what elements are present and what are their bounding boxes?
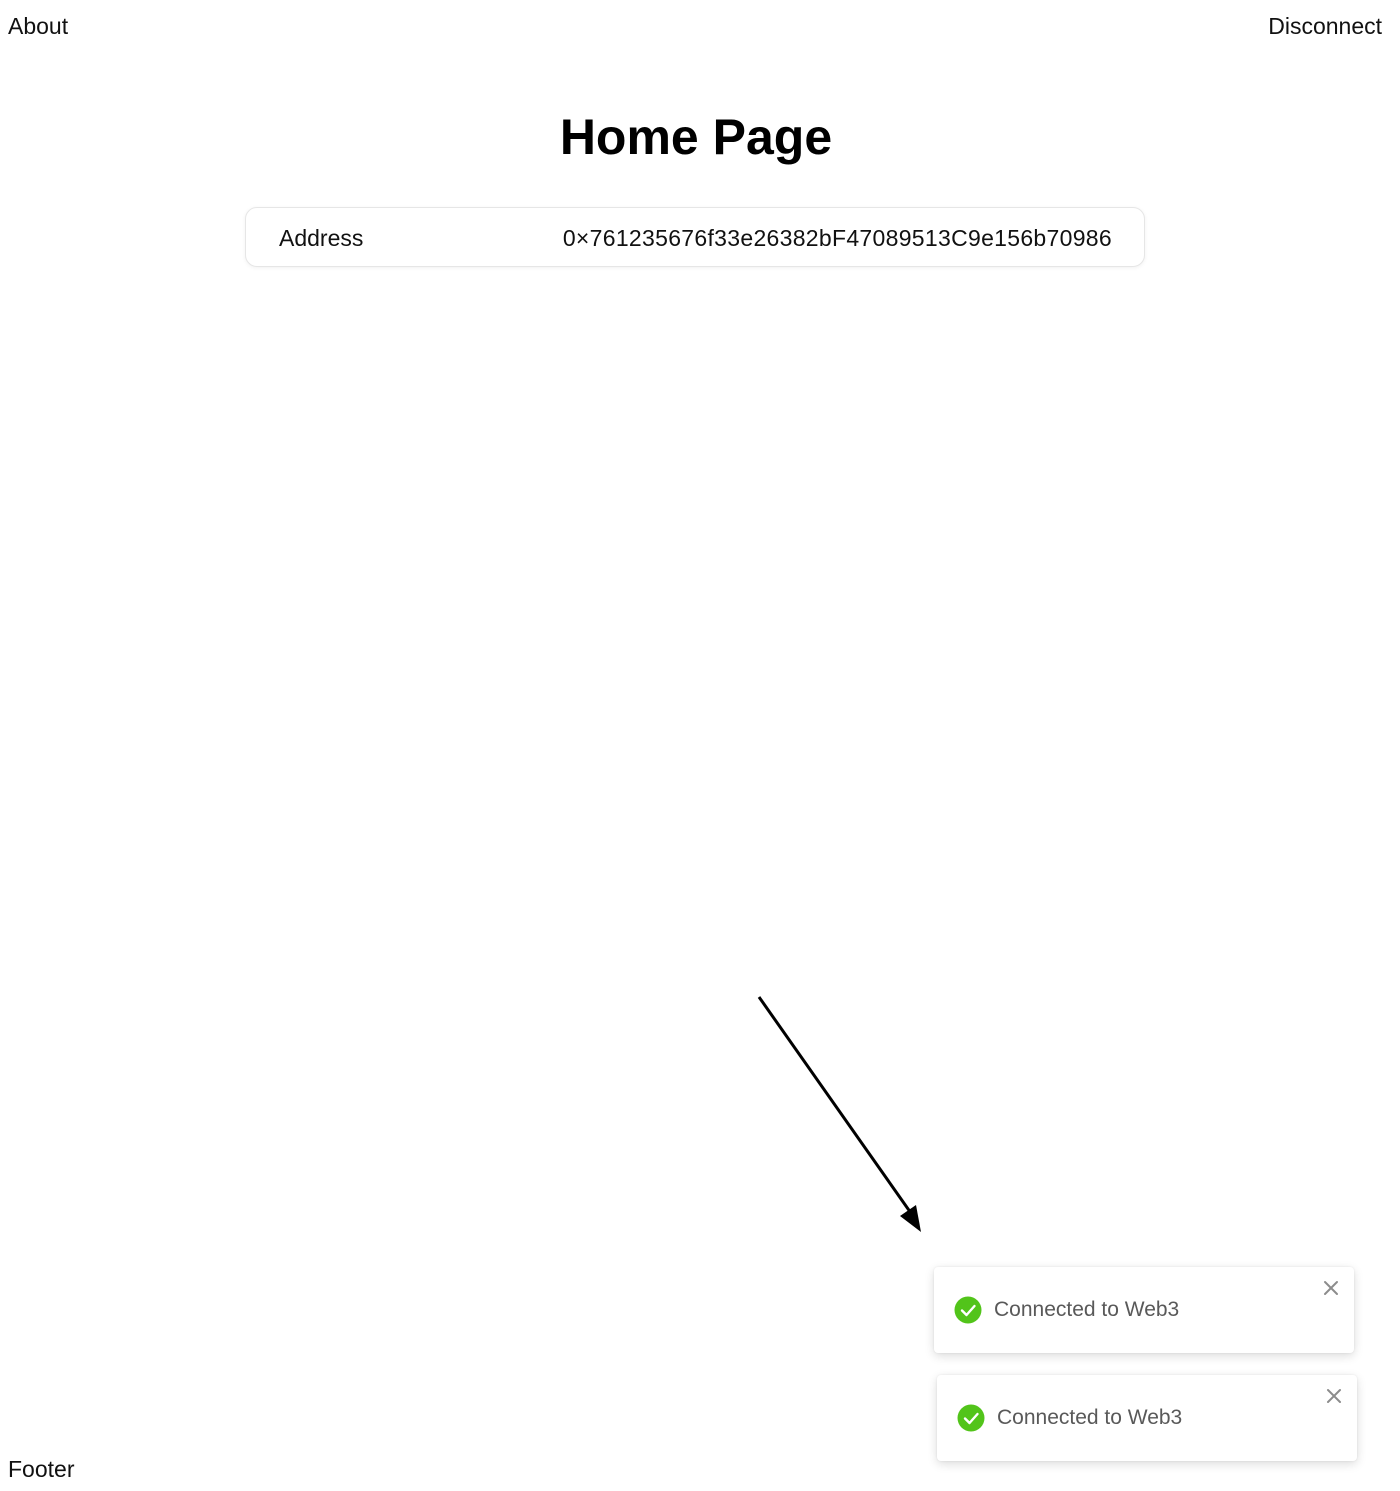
close-icon[interactable] [1322, 1279, 1340, 1297]
notification-message: Connected to Web3 [997, 1406, 1183, 1429]
notification-message: Connected to Web3 [994, 1298, 1180, 1321]
arrow-head [900, 1205, 921, 1232]
check-circle-icon [957, 1404, 985, 1432]
notification-toast: Connected to Web3 [934, 1267, 1354, 1353]
address-value: 0×761235676f33e26382bF47089513C9e156b709… [562, 225, 1112, 251]
about-link[interactable]: About [8, 12, 68, 40]
disconnect-link[interactable]: Disconnect [1268, 12, 1382, 40]
footer: Footer [8, 1456, 75, 1482]
address-label: Address [279, 225, 364, 251]
page-title: Home Page [559, 109, 833, 165]
notification-toast: Connected to Web3 [937, 1375, 1357, 1461]
address-card: Address 0×761235676f33e26382bF47089513C9… [245, 207, 1145, 267]
arrow-shaft [757, 996, 915, 1217]
check-circle-icon [954, 1296, 982, 1324]
arrow-icon [757, 996, 921, 1232]
close-icon[interactable] [1325, 1387, 1343, 1405]
